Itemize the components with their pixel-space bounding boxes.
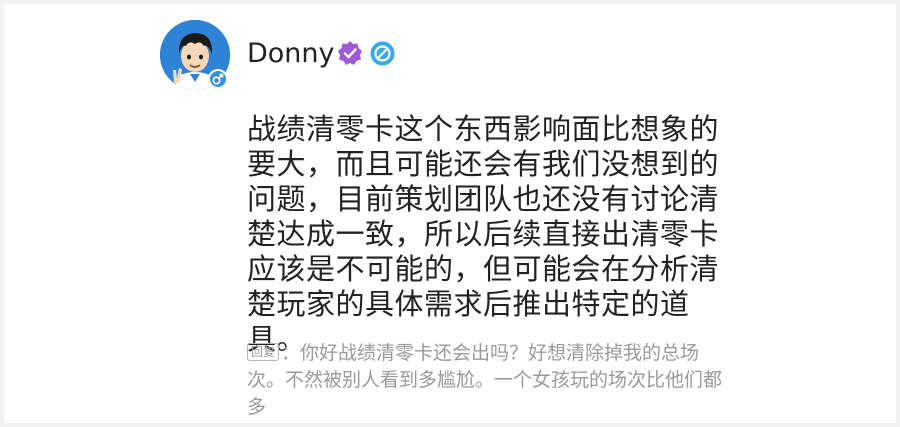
- post-card: Donny 战绩清零卡这个东西影响面比想象的要大，而且可能还会有我们没想到的问题…: [0, 0, 900, 427]
- post-text: 战绩清零卡这个东西影响面比想象的要大，而且可能还会有我们没想到的问题，目前策划团…: [247, 112, 720, 356]
- male-icon: [208, 69, 228, 89]
- reply-quote: 回复 ：你好战绩清零卡还会出吗？好想清除掉我的总场次。不然被别人看到多尴尬。一个女…: [247, 340, 737, 421]
- reply-text: 你好战绩清零卡还会出吗？好想清除掉我的总场次。不然被别人看到多尴尬。一个女孩玩的…: [247, 342, 723, 418]
- verified-icon: [337, 40, 363, 66]
- username[interactable]: Donny: [247, 36, 335, 72]
- reply-separator: ：: [281, 342, 301, 364]
- level-icon: [370, 41, 395, 66]
- reply-tag: 回复: [247, 343, 280, 361]
